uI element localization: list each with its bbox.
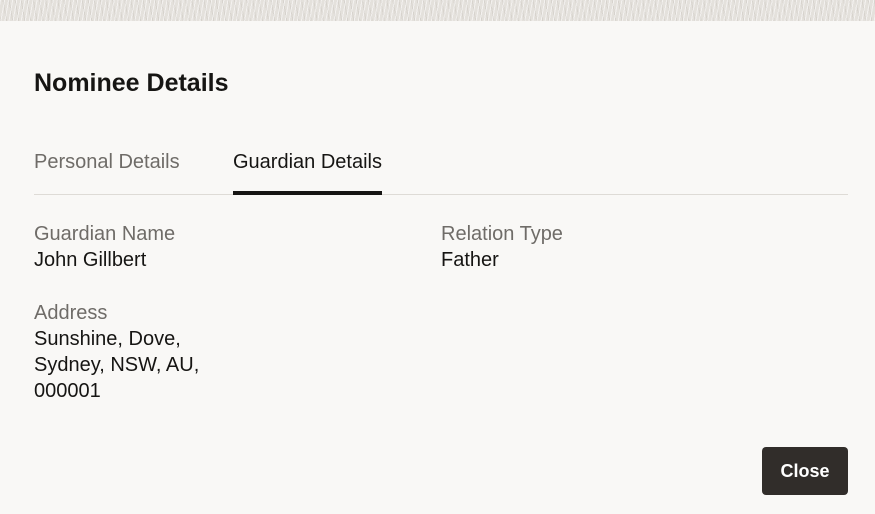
tab-label: Guardian Details (233, 151, 382, 173)
relation-type-field: Relation Type Father (441, 221, 563, 273)
tab-bar: Personal Details Guardian Details (34, 148, 848, 195)
tab-guardian-details[interactable]: Guardian Details (233, 148, 382, 195)
address-label: Address (34, 302, 108, 324)
guardian-name-label: Guardian Name (34, 223, 176, 245)
relation-type-label: Relation Type (441, 223, 563, 245)
guardian-name-value: John Gillbert (34, 249, 147, 271)
tab-label: Personal Details (34, 151, 180, 173)
active-tab-indicator (233, 191, 382, 195)
address-value: Sunshine, Dove, Sydney, NSW, AU, 000001 (34, 328, 200, 402)
dialog-title: Nominee Details (34, 69, 229, 97)
guardian-name-field: Guardian Name John Gillbert (34, 221, 175, 273)
relation-type-value: Father (441, 249, 499, 271)
close-button[interactable]: Close (762, 447, 848, 495)
tab-personal-details[interactable]: Personal Details (34, 148, 180, 193)
decorative-header-texture (0, 0, 875, 21)
address-field: Address Sunshine, Dove, Sydney, NSW, AU,… (34, 300, 224, 404)
nominee-details-dialog: Nominee Details Personal Details Guardia… (0, 21, 875, 514)
